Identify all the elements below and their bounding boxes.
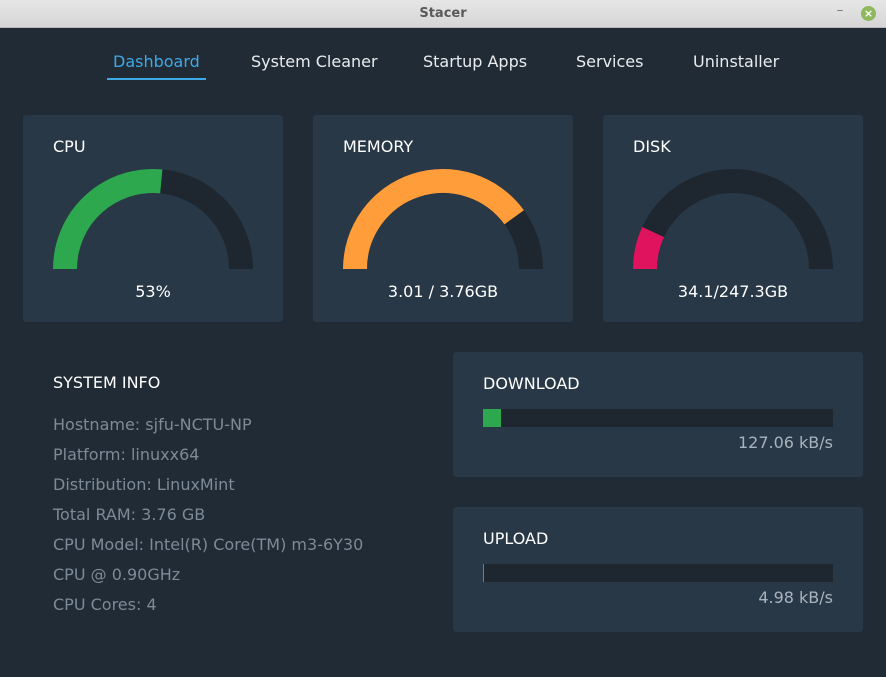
- download-progress-fill: [483, 409, 501, 427]
- disk-gauge-track: [633, 169, 833, 269]
- disk-title: DISK: [633, 137, 671, 156]
- info-cpu-cores: CPU Cores: 4: [53, 595, 157, 614]
- info-cpu-speed: CPU @ 0.90GHz: [53, 565, 181, 584]
- disk-gauge-fill: [633, 226, 665, 269]
- disk-gauge: [633, 169, 833, 269]
- cpu-gauge: [53, 169, 253, 269]
- memory-gauge-fill: [343, 169, 524, 269]
- minimize-icon[interactable]: –: [832, 4, 848, 20]
- info-cpu-model: CPU Model: Intel(R) Core(TM) m3-6Y30: [53, 535, 364, 554]
- memory-value: 3.01 / 3.76GB: [387, 282, 499, 301]
- title-bar[interactable]: Stacer – ×: [0, 0, 886, 28]
- tab-dashboard[interactable]: Dashboard: [107, 52, 206, 80]
- tab-services[interactable]: Services: [576, 52, 643, 78]
- info-platform: Platform: linuxx64: [53, 445, 200, 464]
- upload-speed: 4.98 kB/s: [758, 588, 833, 607]
- download-card: DOWNLOAD 127.06 kB/s: [453, 352, 863, 477]
- cpu-gauge-fill: [53, 169, 163, 269]
- cpu-value: 53%: [135, 282, 171, 301]
- cpu-title: CPU: [53, 137, 86, 156]
- memory-gauge: [343, 169, 543, 269]
- upload-progress-bar: [483, 564, 833, 582]
- upload-title: UPLOAD: [483, 529, 549, 548]
- close-icon[interactable]: ×: [861, 6, 876, 21]
- tab-system-cleaner[interactable]: System Cleaner: [251, 52, 378, 78]
- memory-title: MEMORY: [343, 137, 414, 156]
- info-distribution: Distribution: LinuxMint: [53, 475, 235, 494]
- cpu-card: CPU 53%: [23, 115, 283, 322]
- download-title: DOWNLOAD: [483, 374, 580, 393]
- download-progress-bar: [483, 409, 833, 427]
- window-title: Stacer: [419, 6, 467, 21]
- info-total-ram: Total RAM: 3.76 GB: [53, 505, 206, 524]
- stacer-window: Stacer – × Dashboard System Cleaner Star…: [0, 0, 886, 677]
- tab-startup-apps[interactable]: Startup Apps: [423, 52, 527, 78]
- info-hostname: Hostname: sjfu-NCTU-NP: [53, 415, 252, 434]
- disk-card: DISK 34.1/247.3GB: [603, 115, 863, 322]
- system-info-title: SYSTEM INFO: [53, 373, 161, 392]
- memory-card: MEMORY 3.01 / 3.76GB: [313, 115, 573, 322]
- upload-progress-fill: [483, 564, 485, 582]
- disk-value: 34.1/247.3GB: [677, 282, 789, 301]
- download-speed: 127.06 kB/s: [737, 433, 833, 452]
- tab-uninstaller[interactable]: Uninstaller: [693, 52, 779, 78]
- upload-card: UPLOAD 4.98 kB/s: [453, 507, 863, 632]
